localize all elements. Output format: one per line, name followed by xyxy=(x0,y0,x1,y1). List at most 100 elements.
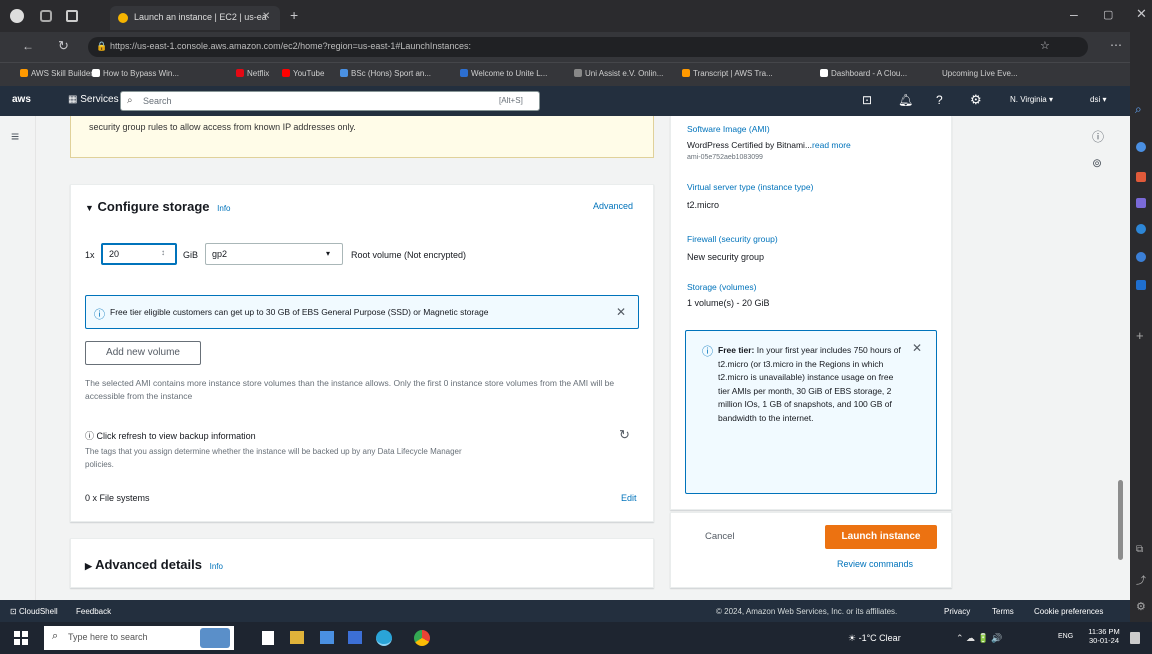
feedback-panel-icon[interactable]: ⊚ xyxy=(1092,156,1102,170)
bookmark-item[interactable]: AWS Skill Builder xyxy=(20,69,93,78)
feedback-link[interactable]: Feedback xyxy=(76,607,111,616)
edge-tools-icon[interactable] xyxy=(1136,224,1146,234)
dismiss-banner-icon[interactable]: ✕ xyxy=(616,305,626,319)
notification-center-icon[interactable] xyxy=(1130,632,1140,644)
edge-settings-icon[interactable]: ⚙ xyxy=(1136,600,1146,613)
storage-info-link[interactable]: Info xyxy=(217,204,230,213)
clock[interactable]: 11:36 PM 30-01-24 xyxy=(1084,627,1124,645)
software-image-value: WordPress Certified by Bitnami...read mo… xyxy=(687,140,851,150)
add-new-volume-button[interactable]: Add new volume xyxy=(85,341,201,365)
edge-copilot-icon[interactable] xyxy=(1136,142,1146,152)
maximize-icon[interactable]: ▢ xyxy=(1103,8,1113,21)
configure-storage-header[interactable]: ▼ Configure storage Info xyxy=(85,199,230,214)
account-menu[interactable]: dsi ▾ xyxy=(1090,95,1106,104)
launch-instance-button[interactable]: Launch instance xyxy=(825,525,937,549)
bookmark-item[interactable]: Transcript | AWS Tra... xyxy=(682,69,773,78)
bookmark-label: AWS Skill Builder xyxy=(31,69,93,78)
aws-logo[interactable]: aws xyxy=(12,94,31,105)
minimize-icon[interactable]: – xyxy=(1070,6,1078,22)
firewall-label[interactable]: Firewall (security group) xyxy=(687,234,778,244)
edge-taskbar-icon[interactable] xyxy=(376,630,392,646)
clock-time: 11:36 PM xyxy=(1088,627,1120,636)
system-tray-icons[interactable]: ⌃ ☁ 🔋 🔊 xyxy=(956,633,1002,644)
edge-sidebar-toggle-icon[interactable]: ⧉ xyxy=(1136,544,1143,555)
windows-start-icon[interactable] xyxy=(14,631,28,645)
browser-tab-actions-icon[interactable] xyxy=(66,10,78,22)
page-scrollbar[interactable] xyxy=(1116,116,1126,600)
services-menu[interactable]: ▦ Services xyxy=(68,94,119,105)
edge-external-icon[interactable]: ⤴ xyxy=(1136,572,1146,587)
page-content: ≡ security group rules to allow access f… xyxy=(0,116,1130,600)
cloudshell-link[interactable]: ⊡ CloudShell xyxy=(10,607,58,616)
dismiss-free-tier-icon[interactable]: ✕ xyxy=(912,341,922,355)
browser-workspaces-icon[interactable] xyxy=(40,10,52,22)
software-image-label[interactable]: Software Image (AMI) xyxy=(687,124,770,134)
advanced-details-header[interactable]: ▶ Advanced details Info xyxy=(85,557,223,572)
hamburger-menu-icon[interactable]: ≡ xyxy=(11,128,19,144)
bookmark-item[interactable]: YouTube xyxy=(282,69,324,78)
mail-icon[interactable] xyxy=(320,631,334,644)
store-icon[interactable] xyxy=(348,631,362,644)
bookmark-label: Upcoming Live Eve... xyxy=(942,69,1018,78)
reload-icon[interactable]: ↻ xyxy=(58,38,69,54)
settings-icon[interactable]: ⚙ xyxy=(970,92,982,108)
bookmark-item[interactable]: Upcoming Live Eve... xyxy=(942,69,1018,78)
url-field[interactable]: 🔒 https://us-east-1.console.aws.amazon.c… xyxy=(88,37,1088,57)
free-tier-storage-text: Free tier eligible customers can get up … xyxy=(110,307,489,317)
cloudshell-nav-icon[interactable]: ⊡ xyxy=(862,93,872,107)
cookie-preferences-link[interactable]: Cookie preferences xyxy=(1034,607,1103,616)
instance-type-label[interactable]: Virtual server type (instance type) xyxy=(687,182,813,192)
info-panel-icon[interactable]: ⓘ xyxy=(1092,128,1104,145)
new-tab-icon[interactable]: + xyxy=(290,7,298,23)
search-shortcut: [Alt+S] xyxy=(499,96,523,105)
review-commands-link[interactable]: Review commands xyxy=(837,559,913,569)
bookmark-item[interactable]: Uni Assist e.V. Onlin... xyxy=(574,69,663,78)
storage-volumes-label[interactable]: Storage (volumes) xyxy=(687,282,756,292)
back-icon[interactable]: ← xyxy=(22,39,34,53)
favorites-icon[interactable]: ☆ xyxy=(1040,39,1050,52)
advanced-link[interactable]: Advanced xyxy=(593,201,633,211)
edge-shopping-icon[interactable] xyxy=(1136,172,1146,182)
edge-games-icon[interactable] xyxy=(1136,198,1146,208)
browser-tab-active[interactable]: Launch an instance | EC2 | us-ea ✕ xyxy=(110,6,280,30)
browser-menu-icon[interactable]: ⋯ xyxy=(1110,38,1122,52)
scrollbar-thumb[interactable] xyxy=(1118,480,1123,560)
help-icon[interactable]: ? xyxy=(936,93,943,107)
close-window-icon[interactable]: ✕ xyxy=(1136,6,1147,22)
browser-profile-icon[interactable] xyxy=(10,9,24,23)
terms-link[interactable]: Terms xyxy=(992,607,1014,616)
refresh-icon[interactable]: ↻ xyxy=(619,427,630,443)
clock-date: 30-01-24 xyxy=(1088,636,1120,645)
launch-instance-label: Launch instance xyxy=(841,531,921,542)
edge-office-icon[interactable] xyxy=(1136,252,1146,262)
edit-file-systems-link[interactable]: Edit xyxy=(621,493,637,503)
volume-type-select[interactable]: gp2 ▾ xyxy=(205,243,343,265)
close-tab-icon[interactable]: ✕ xyxy=(262,11,270,22)
cancel-button[interactable]: Cancel xyxy=(705,531,735,542)
read-more-link[interactable]: read more xyxy=(812,140,851,150)
edge-outlook-icon[interactable] xyxy=(1136,280,1146,290)
edge-add-icon[interactable]: + xyxy=(1136,328,1144,343)
aws-search-input[interactable]: ⌕ Search [Alt+S] xyxy=(120,91,540,111)
bookmark-item[interactable]: Welcome to Unite L... xyxy=(460,69,547,78)
volume-size-input[interactable]: 20 ↕ xyxy=(101,243,177,265)
region-selector[interactable]: N. Virginia ▾ xyxy=(1010,95,1053,104)
widgets-icon[interactable] xyxy=(200,628,230,648)
bookmark-item[interactable]: Netflix xyxy=(236,69,269,78)
language-indicator[interactable]: ENG xyxy=(1058,633,1073,640)
task-view-icon[interactable] xyxy=(262,631,274,645)
privacy-link[interactable]: Privacy xyxy=(944,607,970,616)
file-explorer-icon[interactable] xyxy=(290,631,304,644)
bookmark-item[interactable]: Dashboard - A Clou... xyxy=(820,69,907,78)
bookmark-item[interactable]: How to Bypass Win... xyxy=(92,69,179,78)
bookmark-item[interactable]: BSc (Hons) Sport an... xyxy=(340,69,431,78)
aws-favicon-icon xyxy=(118,13,128,23)
advanced-details-panel[interactable]: ▶ Advanced details Info xyxy=(70,538,654,588)
chrome-taskbar-icon[interactable] xyxy=(414,630,430,646)
edge-search-icon[interactable]: ⌕ xyxy=(1135,102,1142,117)
windows-taskbar: ⌕ Type here to search ☀ -1°C Clear ⌃ ☁ 🔋… xyxy=(0,622,1152,654)
notifications-icon[interactable]: 🔔︎ xyxy=(898,93,913,107)
advanced-info-link[interactable]: Info xyxy=(210,562,223,571)
weather-widget[interactable]: ☀ -1°C Clear xyxy=(848,633,901,644)
browser-address-bar: ← ↻ 🔒 https://us-east-1.console.aws.amaz… xyxy=(0,32,1152,62)
